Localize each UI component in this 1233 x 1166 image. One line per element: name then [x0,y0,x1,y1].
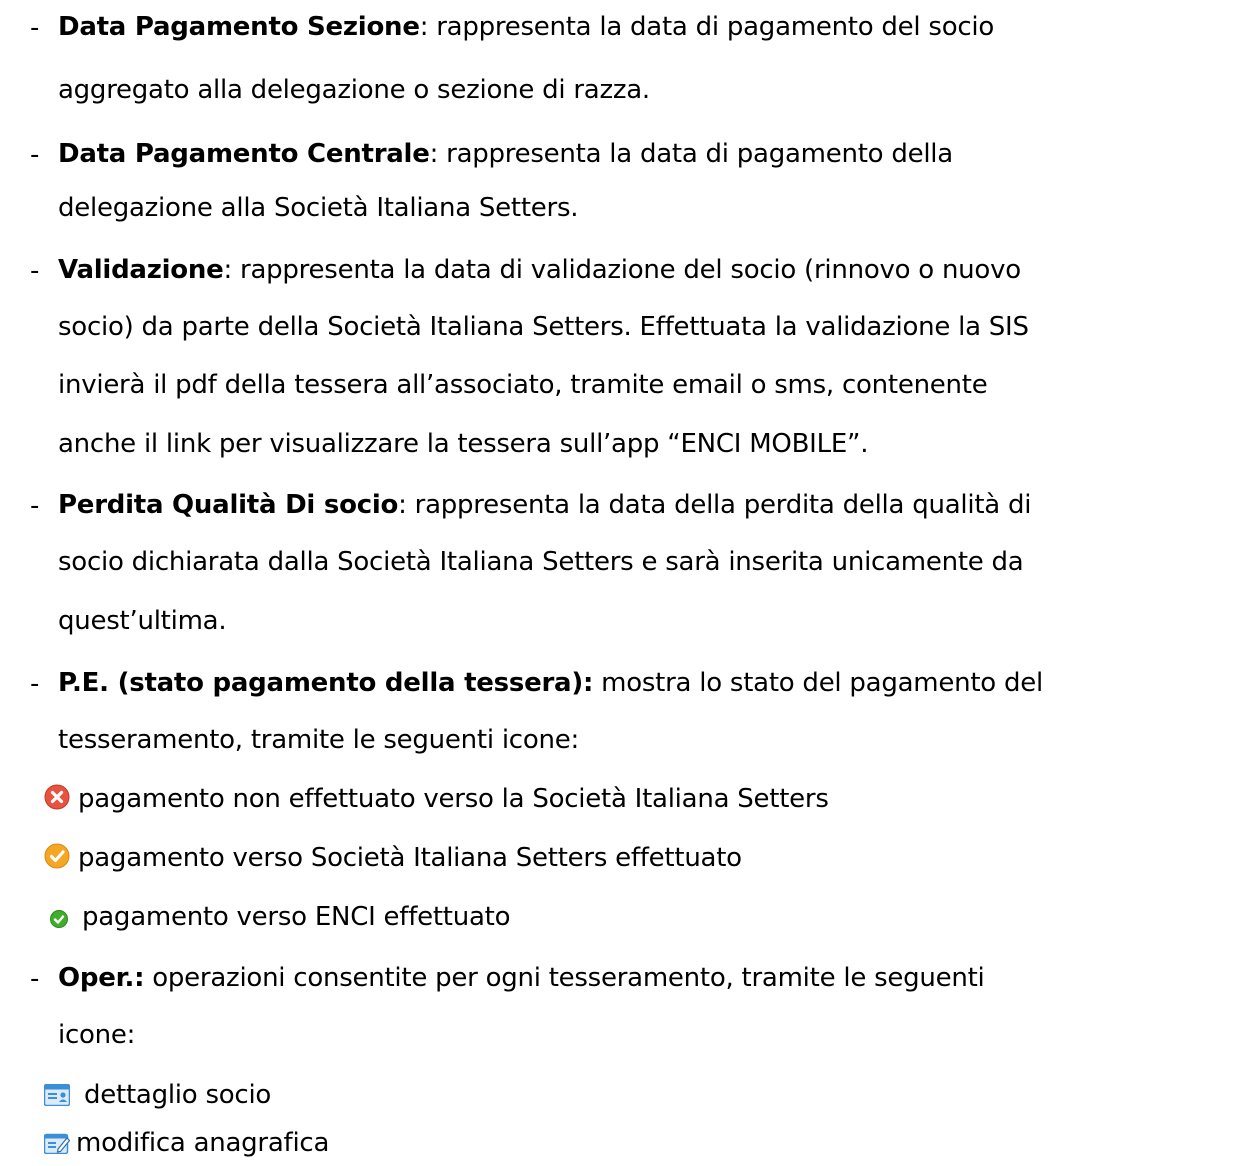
item-line: aggregato alla delegazione o sezione di … [58,75,650,105]
green-check-circle-icon [50,905,68,935]
orange-check-circle-icon [44,843,70,876]
item-line: tesseramento, tramite le seguenti icone: [58,725,579,755]
id-card-icon [43,1083,71,1113]
item-line: Oper.: operazioni consentite per ogni te… [58,963,985,993]
item-line: delegazione alla Società Italiana Setter… [58,193,579,223]
icon-legend-text: pagamento verso Società Italiana Setters… [78,843,742,873]
item-description: operazioni consentite per ogni tesserame… [144,963,985,993]
item-term: Data Pagamento Centrale [58,139,430,169]
red-x-circle-icon [44,784,70,817]
document-page: - Data Pagamento Sezione: rappresenta la… [0,0,1233,1166]
icon-legend-row: dettaglio socio [43,1080,272,1113]
bullet-dash: - [30,669,40,699]
item-line: socio) da parte della Società Italiana S… [58,312,1029,342]
item-description: mostra lo stato del pagamento del [593,668,1043,698]
icon-legend-row: pagamento verso Società Italiana Setters… [44,843,742,876]
icon-legend-text: dettaglio socio [84,1080,272,1110]
item-description: : rappresenta la data di pagamento della [429,139,954,169]
item-description: : rappresenta la data di validazione del… [223,255,1022,285]
item-line: anche il link per visualizzare la tesser… [58,429,869,459]
icon-legend-row: pagamento non effettuato verso la Societ… [44,784,829,817]
bullet-dash: - [30,13,40,43]
item-term: P.E. (stato pagamento della tessera): [58,668,594,698]
item-line: Perdita Qualità Di socio: rappresenta la… [58,490,1031,520]
item-term: Oper.: [58,963,145,993]
bullet-dash: - [30,256,40,286]
bullet-dash: - [30,491,40,521]
item-line: invierà il pdf della tessera all’associa… [58,370,988,400]
icon-legend-text: pagamento non effettuato verso la Societ… [78,784,829,814]
icon-legend-row: modifica anagrafica [43,1128,330,1161]
item-line: P.E. (stato pagamento della tessera): mo… [58,668,1043,698]
item-term: Validazione [58,255,224,285]
edit-card-icon [43,1131,71,1161]
item-line: icone: [58,1020,136,1050]
item-line: Validazione: rappresenta la data di vali… [58,255,1021,285]
icon-legend-text: pagamento verso ENCI effettuato [82,902,511,932]
item-line: Data Pagamento Sezione: rappresenta la d… [58,12,994,42]
bullet-dash: - [30,140,40,170]
bullet-dash: - [30,964,40,994]
icon-legend-row: pagamento verso ENCI effettuato [50,902,511,935]
item-line: socio dichiarata dalla Società Italiana … [58,547,1024,577]
item-description: : rappresenta la data di pagamento del s… [419,12,995,42]
item-term: Perdita Qualità Di socio [58,490,399,520]
item-line: quest’ultima. [58,606,227,636]
item-description: : rappresenta la data della perdita dell… [398,490,1032,520]
item-term: Data Pagamento Sezione [58,12,420,42]
icon-legend-text: modifica anagrafica [76,1128,330,1158]
item-line: Data Pagamento Centrale: rappresenta la … [58,139,953,169]
